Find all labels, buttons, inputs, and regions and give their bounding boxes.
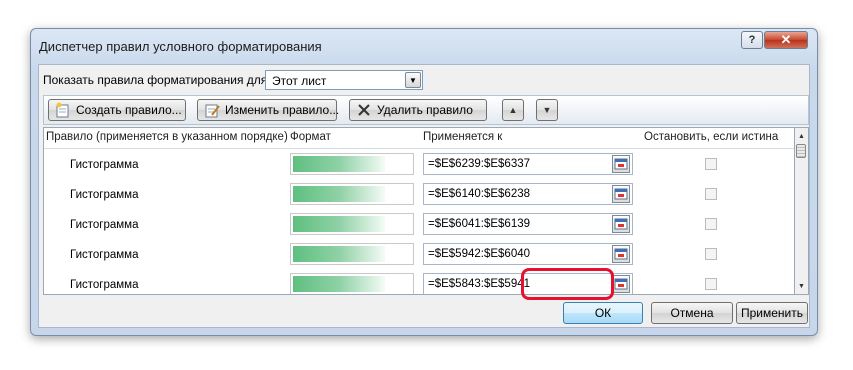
delete-rule-label: Удалить правило [377, 103, 473, 117]
table-row[interactable]: Гистограмма =$E$6239:$E$6337 [44, 150, 794, 180]
applies-to-input[interactable]: =$E$6041:$E$6139 [423, 213, 633, 235]
applies-to-value: =$E$5942:$E$6040 [428, 248, 531, 260]
rule-name: Гистограмма [70, 189, 139, 201]
ok-label: ОК [594, 306, 612, 320]
range-picker-icon[interactable] [612, 155, 630, 173]
create-rule-button[interactable]: Создать правило... [48, 99, 186, 121]
cancel-label: Отмена [670, 306, 714, 320]
ok-button-highlight [521, 268, 614, 300]
help-icon: ? [748, 34, 756, 46]
ok-button[interactable]: ОК [563, 302, 643, 324]
table-row[interactable]: Гистограмма =$E$5942:$E$6040 [44, 240, 794, 270]
header-applies-to: Применяется к [423, 131, 503, 143]
rules-toolbar: Создать правило... Изменить правило... У… [43, 95, 809, 125]
applies-to-value: =$E$6140:$E$6238 [428, 188, 531, 200]
scroll-up-icon[interactable]: ▲ [795, 129, 808, 143]
applies-to-value: =$E$6041:$E$6139 [428, 218, 531, 230]
title-bar: Диспетчер правил условного форматировани… [31, 29, 817, 59]
scroll-thumb[interactable] [796, 144, 806, 158]
range-picker-icon[interactable] [612, 245, 630, 263]
stop-if-true-checkbox[interactable] [705, 188, 717, 200]
range-picker-icon[interactable] [612, 215, 630, 233]
header-stop-if-true: Остановить, если истина [644, 131, 779, 143]
stop-if-true-checkbox[interactable] [705, 158, 717, 170]
apply-button[interactable]: Применить [736, 302, 808, 324]
databar-preview [293, 216, 385, 232]
databar-preview [293, 276, 385, 292]
cancel-button[interactable]: Отмена [651, 302, 733, 324]
scroll-down-icon[interactable]: ▼ [795, 279, 808, 293]
show-rules-dropdown[interactable]: Этот лист ▼ [265, 70, 423, 90]
rule-name: Гистограмма [70, 159, 139, 171]
chevron-down-icon[interactable]: ▼ [405, 72, 421, 88]
edit-rule-button[interactable]: Изменить правило... [197, 99, 340, 121]
move-up-button[interactable]: ▲ [502, 99, 524, 121]
show-rules-selected: Этот лист [272, 74, 327, 88]
databar-preview [293, 246, 385, 262]
applies-to-input[interactable]: =$E$6239:$E$6337 [423, 153, 633, 175]
delete-icon [356, 102, 372, 118]
move-down-button[interactable]: ▼ [536, 99, 558, 121]
applies-to-value: =$E$6239:$E$6337 [428, 158, 531, 170]
table-row[interactable]: Гистограмма =$E$6041:$E$6139 [44, 210, 794, 240]
vertical-scrollbar[interactable]: ▲ ▼ [795, 127, 809, 295]
show-rules-label: Показать правила форматирования для: [43, 73, 271, 87]
databar-preview [293, 156, 385, 172]
edit-rule-label: Изменить правило... [225, 103, 340, 117]
databar-preview [293, 186, 385, 202]
stop-if-true-checkbox[interactable] [705, 218, 717, 230]
apply-label: Применить [740, 306, 803, 320]
range-picker-icon[interactable] [612, 275, 630, 293]
close-button[interactable]: ✕ [764, 31, 808, 49]
rule-name: Гистограмма [70, 219, 139, 231]
rule-name: Гистограмма [70, 249, 139, 261]
table-row[interactable]: Гистограмма =$E$5843:$E$5941 [44, 270, 794, 294]
arrow-up-icon: ▲ [508, 105, 518, 115]
format-preview [290, 213, 414, 235]
format-preview [290, 183, 414, 205]
delete-rule-button[interactable]: Удалить правило [349, 99, 487, 121]
format-preview [290, 273, 414, 294]
stop-if-true-checkbox[interactable] [705, 278, 717, 290]
rule-name: Гистограмма [70, 279, 139, 291]
range-picker-icon[interactable] [612, 185, 630, 203]
conditional-formatting-dialog: Диспетчер правил условного форматировани… [30, 28, 818, 336]
header-rule: Правило (применяется в указанном порядке… [46, 131, 288, 143]
create-rule-label: Создать правило... [76, 103, 182, 117]
dialog-body: Показать правила форматирования для: Это… [38, 64, 810, 328]
header-format: Формат [290, 131, 331, 143]
stop-if-true-checkbox[interactable] [705, 248, 717, 260]
applies-to-input[interactable]: =$E$6140:$E$6238 [423, 183, 633, 205]
table-row[interactable]: Гистограмма =$E$6140:$E$6238 [44, 180, 794, 210]
window-title: Диспетчер правил условного форматировани… [39, 39, 322, 54]
help-button[interactable]: ? [741, 31, 763, 49]
applies-to-value: =$E$5843:$E$5941 [428, 278, 531, 290]
table-header: Правило (применяется в указанном порядке… [44, 128, 794, 149]
rules-table: Правило (применяется в указанном порядке… [43, 127, 795, 295]
applies-to-input[interactable]: =$E$5942:$E$6040 [423, 243, 633, 265]
new-rule-icon [55, 102, 71, 118]
edit-rule-icon [204, 102, 220, 118]
format-preview [290, 243, 414, 265]
arrow-down-icon: ▼ [542, 105, 552, 115]
format-preview [290, 153, 414, 175]
close-icon: ✕ [780, 32, 792, 47]
